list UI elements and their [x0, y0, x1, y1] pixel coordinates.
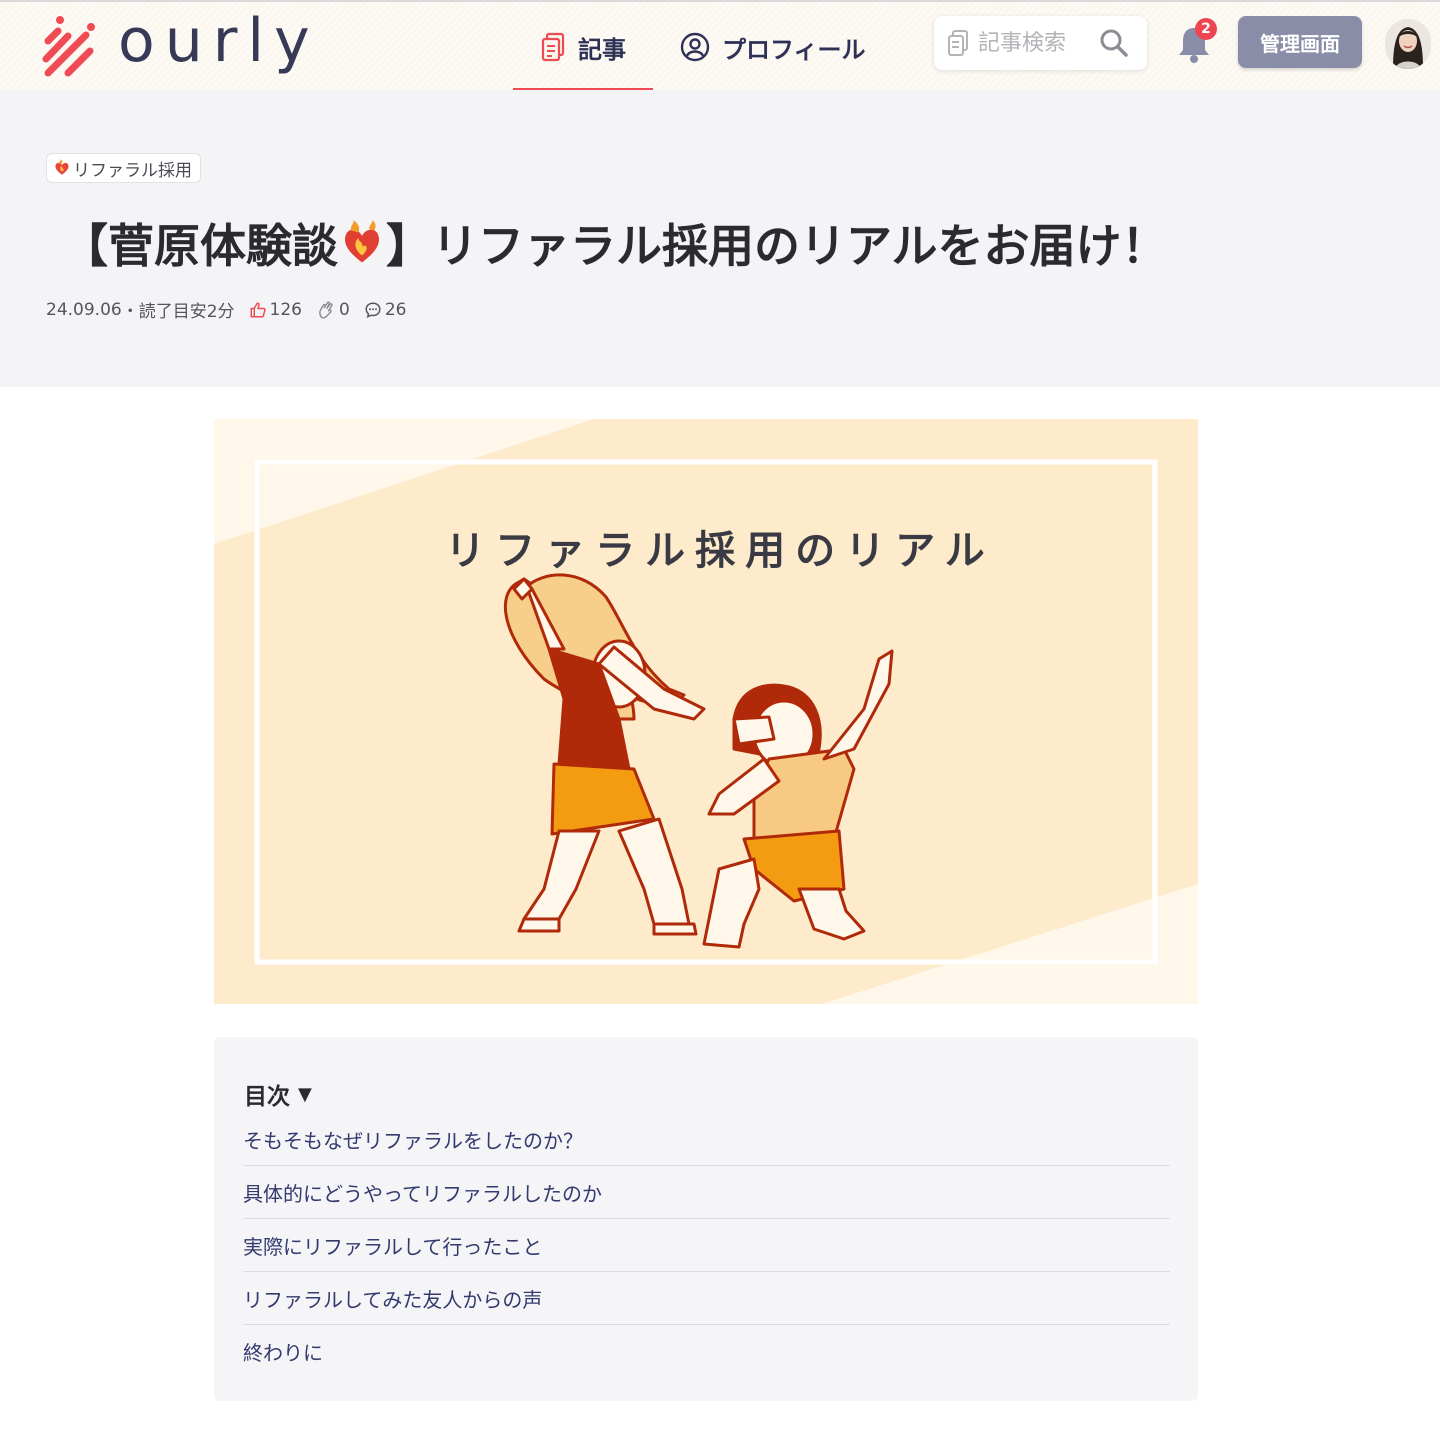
toc-link[interactable]: リファラルしてみた友人からの声 [243, 1272, 1170, 1325]
dancing-girl-left [503, 573, 706, 936]
avatar[interactable] [1385, 19, 1431, 69]
ourly-logo[interactable]: ourly [38, 8, 320, 84]
burning-heart-icon [55, 159, 69, 175]
notification-badge: 2 [1195, 18, 1217, 40]
category-tag[interactable]: リファラル採用 [46, 153, 201, 183]
clap-stat[interactable]: 0 [316, 300, 350, 320]
dancing-girl-right [702, 649, 894, 949]
toc-list: そもそもなぜリファラルをしたのか？ 具体的にどうやってリファラルしたのか 実際に… [243, 1113, 1170, 1378]
clap-count: 0 [338, 299, 350, 320]
like-count: 126 [269, 299, 302, 320]
search-box [934, 16, 1147, 70]
hero-image [214, 419, 1198, 1004]
category-tag-label: リファラル採用 [73, 160, 192, 181]
search-input[interactable] [978, 30, 1108, 56]
toc-link[interactable]: 終わりに [243, 1325, 1170, 1378]
search-icon[interactable] [1099, 28, 1129, 58]
title-suffix: 】リファラル採用のリアルをお届け！ [386, 219, 1168, 273]
article-meta: 24.09.06 ・読了目安2分 126 0 26 [46, 297, 407, 323]
like-stat[interactable]: 126 [249, 300, 302, 320]
toc-link[interactable]: そもそもなぜリファラルをしたのか？ [243, 1113, 1170, 1166]
document-icon [948, 30, 968, 56]
toc-toggle[interactable]: 目次 ▼ [244, 1077, 312, 1111]
thumbs-up-icon [250, 302, 266, 317]
tab-profile[interactable]: プロフィール [680, 2, 866, 92]
table-of-contents: 目次 ▼ そもそもなぜリファラルをしたのか？ 具体的にどうやってリファラルしたの… [214, 1037, 1198, 1401]
user-circle-icon [680, 32, 710, 62]
user-photo-icon [1385, 19, 1431, 69]
page-title: 【菅原体験談 】リファラル採用のリアルをお届け！ [62, 210, 1168, 276]
toc-title: 目次 [244, 1084, 290, 1110]
burning-heart-icon [345, 220, 379, 263]
publish-date: 24.09.06 [46, 299, 122, 320]
article-header: リファラル採用 【菅原体験談 】リファラル採用のリアルをお届け！ 24.09.0… [0, 90, 1440, 387]
title-prefix: 【菅原体験談 [62, 219, 338, 273]
tab-articles-label: 記事 [578, 35, 626, 64]
caret-down-icon: ▼ [298, 1083, 312, 1105]
reading-time: ・読了目安2分 [121, 302, 235, 322]
toc-link[interactable]: 具体的にどうやってリファラルしたのか [243, 1166, 1170, 1219]
logo-mark-icon [42, 16, 95, 77]
comment-icon [365, 301, 381, 318]
tab-profile-label: プロフィール [722, 35, 866, 64]
hero-illustration [214, 419, 1198, 1004]
tab-articles[interactable]: 記事 [513, 2, 653, 92]
clap-icon [319, 300, 333, 319]
comment-stat[interactable]: 26 [364, 299, 407, 320]
document-icon [541, 32, 565, 62]
admin-button[interactable]: 管理画面 [1238, 16, 1362, 68]
toc-link[interactable]: 実際にリファラルして行ったこと [243, 1219, 1170, 1272]
site-header: ourly 記事 プロフィール 記事検索 2 管理画面 [0, 0, 1440, 92]
comment-count: 26 [384, 299, 407, 320]
logo-text: ourly [118, 6, 320, 76]
